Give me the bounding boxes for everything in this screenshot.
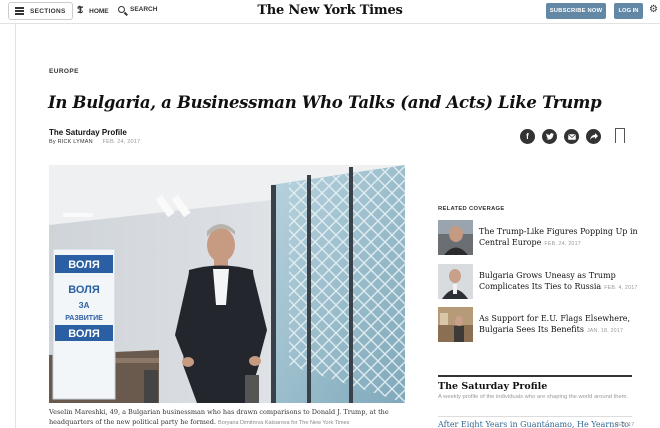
byline-prefix: By [49, 139, 56, 145]
related-item[interactable]: Bulgaria Grows Uneasy as Trump Complicat… [438, 264, 638, 299]
related-headline-line1[interactable]: The Trump-Like Figures Popping Up in [479, 227, 638, 236]
saturday-profile-title[interactable]: The Saturday Profile [438, 381, 547, 392]
article-photo: ВОЛЯ ВОЛЯ ЗА РАЗВИТИЕ ВОЛЯ [49, 165, 405, 403]
column-name[interactable]: The Saturday Profile [49, 128, 127, 137]
saturday-profile-item-date: FEB. 17 [615, 422, 635, 428]
divider [438, 416, 632, 417]
related-headline-line1[interactable]: As Support for E.U. Flags Elsewhere, [479, 314, 630, 323]
photo-credit: Boryana Dimitrova Katsarova for The New … [218, 420, 350, 426]
share-icon[interactable] [586, 129, 601, 144]
login-button[interactable]: LOG IN [614, 3, 643, 19]
bookmark-icon[interactable] [615, 128, 625, 144]
section-label[interactable]: EUROPE [49, 68, 79, 75]
related-headline[interactable]: Bulgaria Grows Uneasy as Trump Complicat… [479, 264, 638, 299]
saturday-profile-item-link[interactable]: After Eight Years in Guantánamo, He Year… [438, 420, 629, 428]
top-bar: SECTIONS 𝕿 HOME SEARCH The New York Time… [0, 0, 660, 24]
publish-date: FEB. 24, 2017 [102, 139, 141, 145]
related-headline-line2[interactable]: Bulgaria Sees Its Benefits [479, 325, 584, 334]
twitter-icon[interactable] [542, 129, 557, 144]
related-thumbnail[interactable] [438, 264, 473, 299]
banner-text-4: РАЗВИТИЕ [65, 315, 103, 322]
byline: By RICK LYMAN FEB. 24, 2017 [49, 139, 140, 145]
subscribe-button[interactable]: SUBSCRIBE NOW [546, 3, 606, 19]
related-date: FEB. 4, 2017 [604, 284, 638, 291]
related-coverage-title: RELATED COVERAGE [438, 206, 505, 212]
related-thumbnail[interactable] [438, 307, 473, 342]
related-thumbnail[interactable] [438, 220, 473, 255]
related-date: FEB. 24, 2017 [544, 240, 581, 247]
related-headline[interactable]: The Trump-Like Figures Popping Up in Cen… [479, 220, 638, 255]
banner-text-3: ЗА [79, 301, 90, 310]
related-date: JAN. 18, 2017 [586, 327, 624, 334]
banner-text-2: ВОЛЯ [68, 284, 100, 296]
related-item[interactable]: As Support for E.U. Flags Elsewhere, Bul… [438, 307, 638, 342]
gear-icon[interactable]: ⚙ [649, 5, 658, 15]
saturday-profile-description: A weekly profile of the individuals who … [438, 394, 629, 400]
page-divider [15, 24, 16, 428]
photo-illustration: ВОЛЯ ВОЛЯ ЗА РАЗВИТИЕ ВОЛЯ [49, 165, 405, 403]
facebook-icon[interactable]: f [520, 129, 535, 144]
related-headline-line1[interactable]: Bulgaria Grows Uneasy as Trump [479, 271, 616, 280]
related-headline-line2[interactable]: Central Europe [479, 238, 541, 247]
author-link[interactable]: RICK LYMAN [58, 139, 93, 145]
related-headline-line2[interactable]: Complicates Its Ties to Russia [479, 282, 601, 291]
related-item[interactable]: The Trump-Like Figures Popping Up in Cen… [438, 220, 638, 255]
related-headline[interactable]: As Support for E.U. Flags Elsewhere, Bul… [479, 307, 630, 342]
banner-text-1: ВОЛЯ [68, 259, 100, 271]
banner-text-5: ВОЛЯ [68, 328, 100, 340]
photo-caption: Veselin Mareshki, 49, a Bulgarian busine… [49, 407, 405, 428]
email-icon[interactable] [564, 129, 579, 144]
headline: In Bulgaria, a Businessman Who Talks (an… [48, 93, 602, 112]
saturday-profile-rule [438, 375, 632, 377]
